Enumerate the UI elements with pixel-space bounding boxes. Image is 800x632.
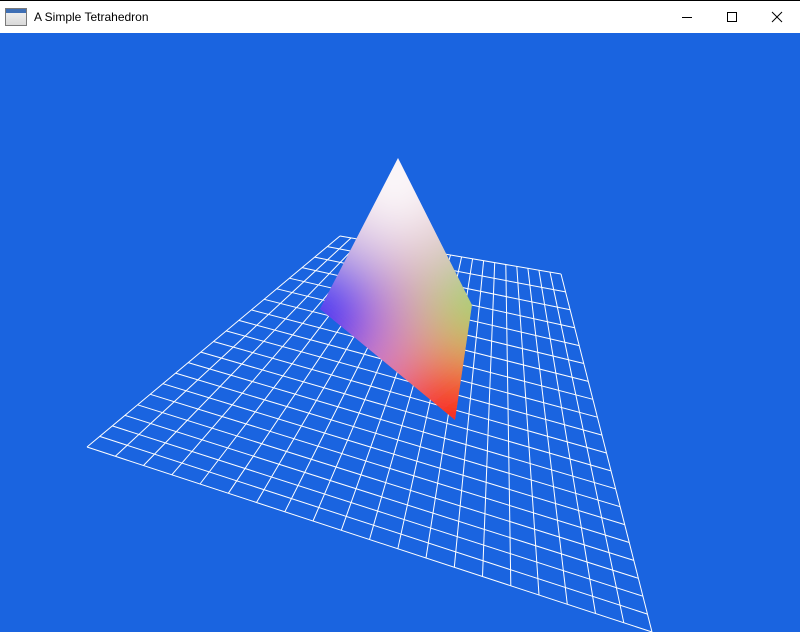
tetrahedron xyxy=(320,158,472,420)
render-canvas[interactable] xyxy=(0,33,800,632)
grid-line xyxy=(560,273,653,632)
title-bar[interactable]: A Simple Tetrahedron xyxy=(0,0,800,33)
scene-view xyxy=(86,158,653,632)
window-title: A Simple Tetrahedron xyxy=(34,10,149,24)
minimize-button[interactable] xyxy=(664,1,710,33)
minimize-icon xyxy=(682,17,692,18)
maximize-icon xyxy=(727,12,737,22)
maximize-button[interactable] xyxy=(709,1,755,33)
close-button[interactable] xyxy=(754,1,800,33)
grid-line xyxy=(538,270,596,614)
grid-line xyxy=(112,425,644,597)
app-window: A Simple Tetrahedron xyxy=(0,0,800,632)
app-window-icon xyxy=(5,8,27,26)
close-icon xyxy=(771,11,783,23)
